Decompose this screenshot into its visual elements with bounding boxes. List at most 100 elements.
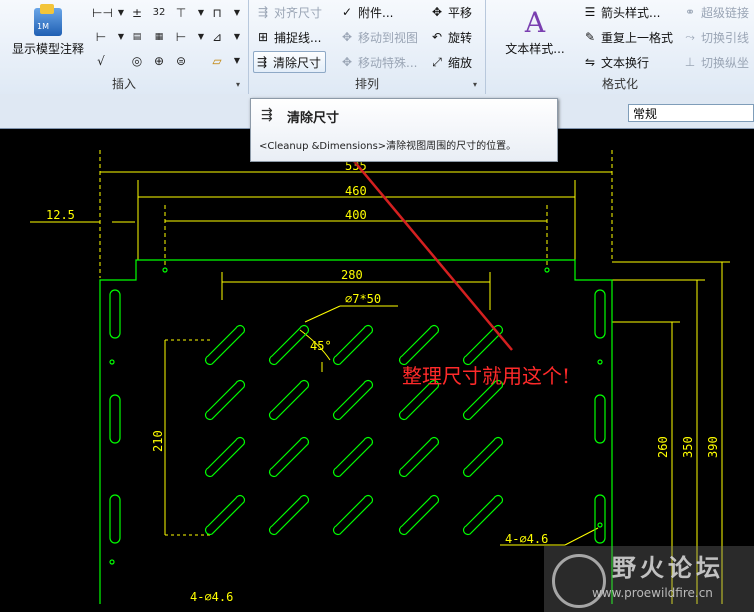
slot-hole	[332, 324, 374, 366]
dimension-lines	[30, 150, 730, 612]
dimension-texts: 535 460 400 12.5 280 ∅7*50 45° 210 260 3…	[46, 159, 720, 604]
cleanup-dimensions-icon: ⇶	[256, 55, 268, 69]
scale-icon: ⤢	[432, 55, 442, 69]
dim-angle: 45°	[310, 339, 332, 353]
watermark-text: 野火论坛	[612, 554, 724, 582]
dropdown-icon[interactable]: ▼	[228, 4, 246, 22]
drawing-canvas[interactable]: 535 460 400 12.5 280 ∅7*50 45° 210 260 3…	[0, 129, 754, 612]
rotate-button[interactable]: ↶ 旋转	[429, 27, 472, 47]
style-combo[interactable]: 常规	[628, 104, 754, 122]
symbol-icon[interactable]: ◎	[128, 52, 146, 70]
slot-hole	[268, 379, 310, 421]
ordinate-icon[interactable]: ±	[128, 4, 146, 22]
dialog-launcher-icon[interactable]: ▾	[236, 80, 244, 89]
cross-hatch-icon[interactable]: ▱	[208, 52, 226, 70]
slot-hole	[204, 324, 246, 366]
dim-210: 210	[151, 430, 165, 452]
move-special-icon: ✥	[341, 55, 353, 69]
arrange-group-label: 排列	[354, 77, 379, 91]
slot-hole	[398, 494, 440, 536]
slot-hole	[398, 324, 440, 366]
snap-line-icon: ⊞	[257, 30, 269, 44]
callout-arrow	[325, 129, 513, 351]
dim-12-5: 12.5	[46, 208, 75, 222]
slot-hole	[332, 379, 374, 421]
slot-hole	[398, 436, 440, 478]
snap-line-button[interactable]: ⊞ 捕捉线...	[255, 27, 321, 47]
table-icon[interactable]: ▦	[150, 28, 168, 46]
insert-group: 1M 显示模型注释 ⊢⊣ ▼ ± 32 ⊤ ▼ ⊓ ▼ ⊢ ▼ ▤ ▦ ⊢ ▼ …	[0, 0, 249, 94]
part-outline	[99, 259, 613, 612]
insert-group-label: 插入	[111, 77, 136, 91]
model-annotation-icon: 1M	[34, 4, 62, 36]
format-group-label: 格式化	[601, 77, 638, 91]
slot-hole	[204, 494, 246, 536]
dim-390: 390	[706, 436, 720, 458]
dim-400: 400	[345, 208, 367, 222]
text-wrap-icon: ⇋	[584, 55, 596, 69]
attach-icon: ✓	[341, 5, 353, 19]
cleanup-dimensions-tooltip-icon: ⇶	[261, 107, 273, 123]
repeat-format-icon: ✎	[584, 30, 596, 44]
link-icon: ⚭	[684, 5, 696, 19]
arrange-group: ⇶ 对齐尺寸 ✓ 附件... ✥ 平移 ⊞ 捕捉线... ✥ 移动到视图 ↶ 旋…	[249, 0, 486, 94]
dimension-icon[interactable]: ⊢⊣	[92, 4, 113, 22]
dim-280: 280	[341, 268, 363, 282]
translate-button[interactable]: ✥ 平移	[429, 2, 472, 22]
watermark-url: www.proewildfire.cn	[592, 586, 713, 600]
datum-target-icon[interactable]: ⊜	[172, 52, 190, 70]
geometric-tolerance-icon[interactable]: ⊓	[208, 4, 226, 22]
baseline-dim-icon[interactable]: ⊢	[92, 28, 110, 46]
ribbon: 1M 显示模型注释 ⊢⊣ ▼ ± 32 ⊤ ▼ ⊓ ▼ ⊢ ▼ ▤ ▦ ⊢ ▼ …	[0, 0, 754, 95]
dim-holes-left: 4-∅4.6	[190, 590, 233, 604]
balloon-icon[interactable]: ⊕	[150, 52, 168, 70]
dim-350: 350	[681, 436, 695, 458]
slot-hole	[204, 379, 246, 421]
surface-finish-icon[interactable]: √	[92, 52, 110, 70]
dim-holes-right: 4-∅4.6	[505, 532, 548, 546]
scale-button[interactable]: ⤢ 缩放	[429, 52, 472, 72]
dropdown-icon[interactable]: ▼	[228, 52, 246, 70]
slot-array	[204, 324, 504, 536]
dim-hole: ∅7*50	[345, 292, 381, 306]
arrow-style-icon: ☰	[584, 5, 596, 19]
dim-460: 460	[345, 184, 367, 198]
slot-hole	[332, 494, 374, 536]
tolerance-table-icon[interactable]: ▤	[128, 28, 146, 46]
arrow-style-button[interactable]: ☰ 箭头样式...	[582, 2, 661, 22]
note-number-icon[interactable]: 32	[150, 4, 168, 22]
move-special-button[interactable]: ✥ 移动特殊...	[339, 52, 417, 72]
slot-hole	[204, 436, 246, 478]
toggle-leader-button[interactable]: ⤳ 切换引线	[682, 27, 749, 47]
tooltip-body: <Cleanup &Dimensions>清除视图周围的尺寸的位置。	[259, 141, 517, 152]
dropdown-icon[interactable]: ▼	[228, 28, 246, 46]
super-link-button[interactable]: ⚭ 超级链接	[682, 2, 749, 22]
toggle-leader-icon: ⤳	[685, 30, 695, 44]
slot-hole	[332, 436, 374, 478]
reference-dim-icon[interactable]: ⊤	[172, 4, 190, 22]
parameter-icon[interactable]: ⊢	[172, 28, 190, 46]
move-to-view-button[interactable]: ✥ 移动到视图	[339, 27, 418, 47]
datum-icon[interactable]: ⊿	[208, 28, 226, 46]
slot-hole	[462, 494, 504, 536]
dim-260: 260	[656, 436, 670, 458]
move-icon: ✥	[431, 5, 443, 19]
repeat-format-button[interactable]: ✎ 重复上一格式	[582, 27, 673, 47]
rotate-icon: ↶	[431, 30, 443, 44]
show-model-annotation-button[interactable]: 1M 显示模型注释	[6, 4, 90, 64]
slot-hole	[268, 436, 310, 478]
toggle-ordinate-button[interactable]: ⊥ 切换纵坐	[682, 52, 749, 72]
toggle-ordinate-icon: ⊥	[684, 55, 696, 69]
align-dimensions-button[interactable]: ⇶ 对齐尺寸	[255, 2, 322, 22]
slot-hole	[462, 436, 504, 478]
text-wrap-button[interactable]: ⇋ 文本换行	[582, 52, 649, 72]
slot-hole	[268, 324, 310, 366]
text-style-button[interactable]: A 文本样式...	[500, 8, 570, 64]
align-dimensions-icon: ⇶	[257, 5, 269, 19]
tooltip-title: 清除尺寸	[287, 111, 340, 126]
dialog-launcher-icon[interactable]: ▾	[473, 80, 481, 89]
slot-hole	[268, 494, 310, 536]
attach-button[interactable]: ✓ 附件...	[339, 2, 393, 22]
annotation-note: 整理尺寸就用这个!	[402, 364, 571, 388]
cleanup-dimensions-button[interactable]: ⇶ 清除尺寸	[253, 51, 327, 73]
